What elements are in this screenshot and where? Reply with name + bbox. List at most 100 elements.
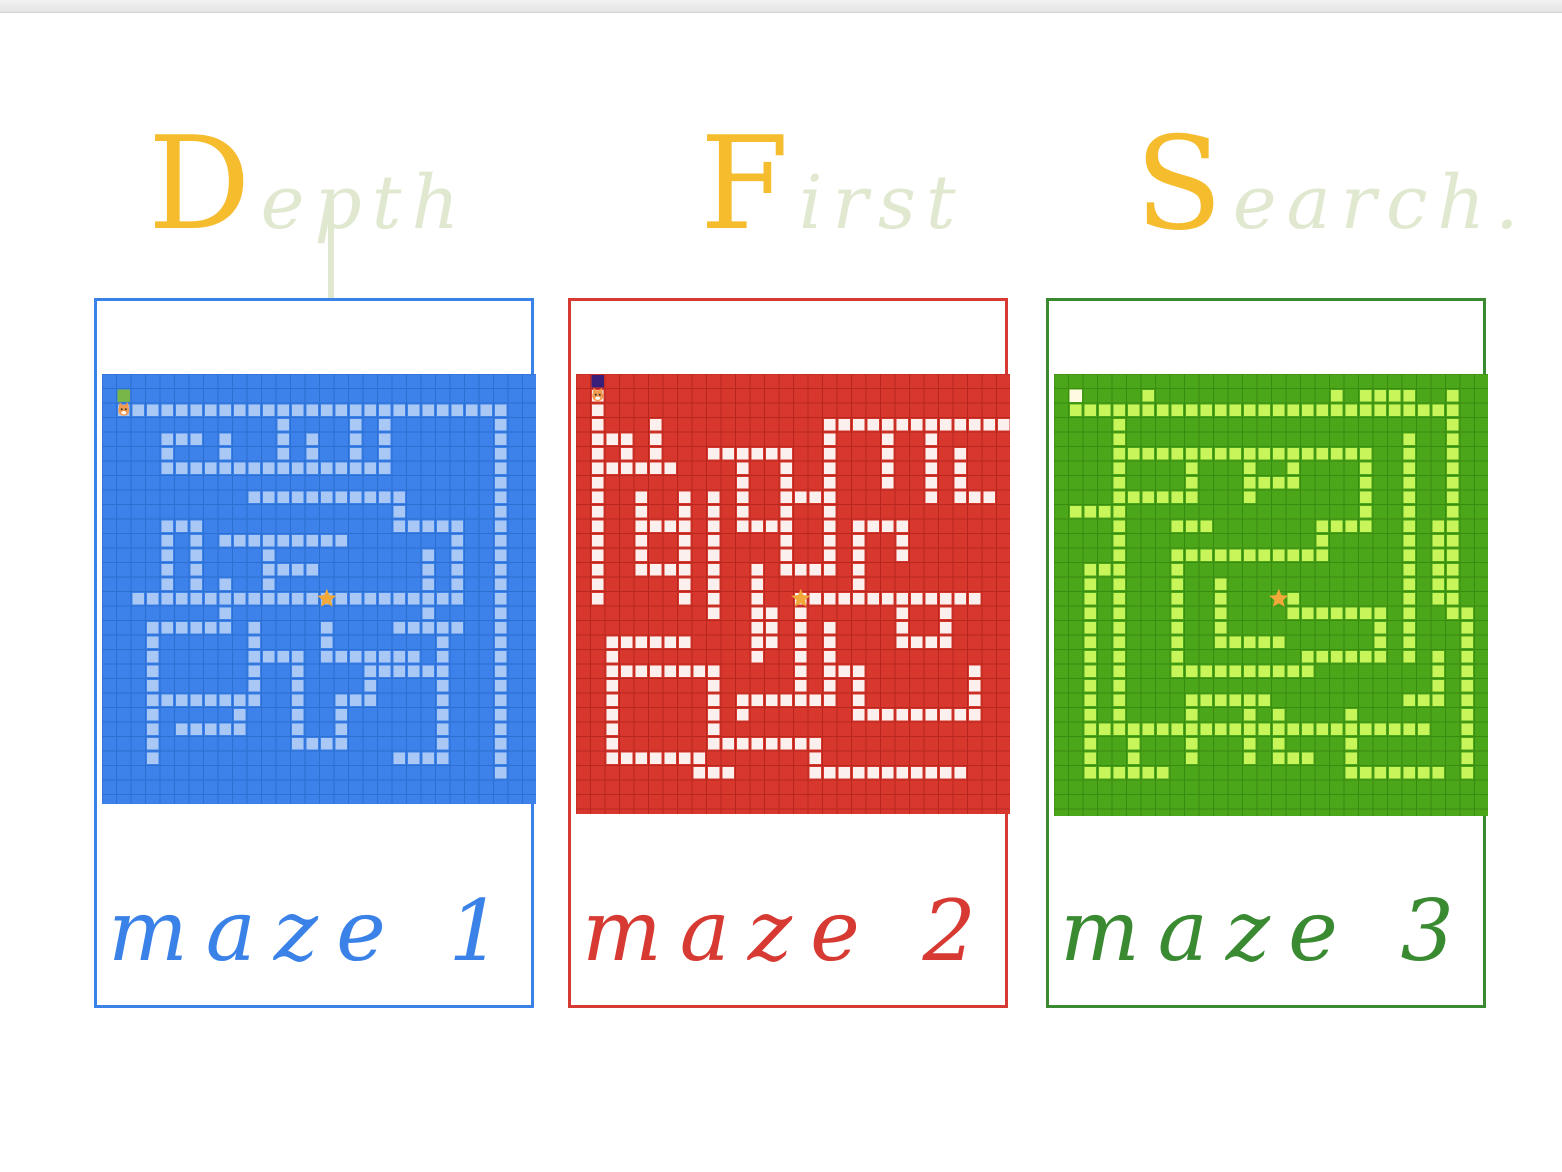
- path-cell: [495, 462, 507, 474]
- path-cell: [1229, 723, 1241, 735]
- path-cell: [1447, 535, 1459, 547]
- path-cell: [437, 636, 449, 648]
- path-cell: [248, 462, 260, 474]
- path-cell: [277, 448, 289, 460]
- path-cell: [751, 738, 763, 750]
- path-cell: [132, 404, 144, 416]
- path-cell: [1128, 404, 1140, 416]
- path-cell: [422, 607, 434, 619]
- path-cell: [708, 607, 720, 619]
- path-cell: [495, 564, 507, 576]
- path-cell: [1432, 694, 1444, 706]
- path-cell: [838, 419, 850, 431]
- path-cell: [437, 520, 449, 532]
- path-cell: [495, 767, 507, 779]
- path-cell: [219, 723, 231, 735]
- path-cell: [1287, 404, 1299, 416]
- path-cell: [451, 593, 463, 605]
- path-cell: [1113, 419, 1125, 431]
- path-cell: [664, 462, 676, 474]
- path-cell: [882, 448, 894, 460]
- path-cell: [1171, 723, 1183, 735]
- path-cell: [1258, 665, 1270, 677]
- path-cell: [1403, 506, 1415, 518]
- path-cell: [1287, 477, 1299, 489]
- path-cell: [495, 593, 507, 605]
- path-cell: [751, 520, 763, 532]
- path-cell: [795, 607, 807, 619]
- path-cell: [722, 738, 734, 750]
- path-cell: [911, 636, 923, 648]
- path-cell: [824, 535, 836, 547]
- path-cell: [364, 491, 376, 503]
- path-cell: [679, 549, 691, 561]
- path-cell: [1273, 404, 1285, 416]
- path-cell: [606, 709, 618, 721]
- path-cell: [1447, 607, 1459, 619]
- window-top-bar: [0, 0, 1562, 13]
- path-cell: [853, 535, 865, 547]
- path-cell: [263, 404, 275, 416]
- path-cell: [1461, 680, 1473, 692]
- path-cell: [1171, 665, 1183, 677]
- path-cell: [1360, 520, 1372, 532]
- path-cell: [161, 433, 173, 445]
- path-cell: [592, 535, 604, 547]
- path-cell: [1447, 419, 1459, 431]
- path-cell: [1302, 752, 1314, 764]
- path-cell: [1345, 404, 1357, 416]
- path-cell: [809, 491, 821, 503]
- path-cell: [954, 491, 966, 503]
- path-cell: [393, 752, 405, 764]
- path-cell: [954, 767, 966, 779]
- path-cell: [1157, 448, 1169, 460]
- path-cell: [664, 636, 676, 648]
- path-cell: [495, 636, 507, 648]
- path-cell: [925, 491, 937, 503]
- path-cell: [606, 723, 618, 735]
- path-cell: [679, 593, 691, 605]
- path-cell: [1215, 622, 1227, 634]
- path-cell: [896, 520, 908, 532]
- path-cell: [606, 433, 618, 445]
- path-cell: [1403, 694, 1415, 706]
- path-cell: [1113, 448, 1125, 460]
- path-cell: [1331, 520, 1343, 532]
- path-cell: [379, 433, 391, 445]
- path-cell: [650, 665, 662, 677]
- path-cell: [780, 462, 792, 474]
- path-cell: [1273, 549, 1285, 561]
- path-cell: [422, 404, 434, 416]
- path-cell: [1302, 448, 1314, 460]
- path-cell: [824, 549, 836, 561]
- path-cell: [292, 404, 304, 416]
- path-cell: [248, 404, 260, 416]
- path-cell: [896, 593, 908, 605]
- path-cell: [248, 651, 260, 663]
- path-cell: [969, 694, 981, 706]
- path-cell: [1432, 593, 1444, 605]
- path-cell: [1215, 723, 1227, 735]
- path-cell: [292, 723, 304, 735]
- path-cell: [147, 694, 159, 706]
- path-cell: [592, 593, 604, 605]
- path-cell: [954, 462, 966, 474]
- path-cell: [1287, 723, 1299, 735]
- path-cell: [1287, 607, 1299, 619]
- path-cell: [1215, 593, 1227, 605]
- path-cell: [437, 651, 449, 663]
- path-cell: [1447, 549, 1459, 561]
- path-cell: [751, 694, 763, 706]
- path-cell: [451, 549, 463, 561]
- path-cell: [1070, 506, 1082, 518]
- path-cell: [263, 491, 275, 503]
- path-cell: [780, 535, 792, 547]
- path-cell: [248, 535, 260, 547]
- path-cell: [1084, 767, 1096, 779]
- path-cell: [882, 593, 894, 605]
- path-cell: [1229, 448, 1241, 460]
- path-cell: [824, 593, 836, 605]
- path-cell: [1171, 607, 1183, 619]
- path-cell: [147, 738, 159, 750]
- path-cell: [350, 448, 362, 460]
